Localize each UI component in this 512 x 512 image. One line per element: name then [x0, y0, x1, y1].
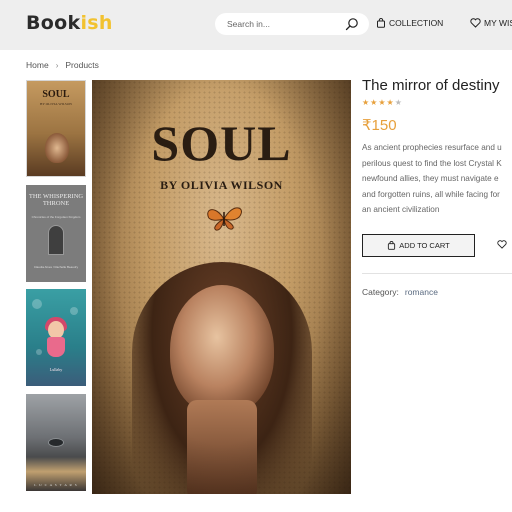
- logo-text-book: Book: [26, 12, 81, 34]
- thumbnail-2-title: THE WHISPERING THRONE: [28, 193, 84, 207]
- description-line: perilous quest to find the lost Crystal …: [362, 158, 502, 168]
- category-label: Category:: [362, 287, 399, 297]
- thumbnail-3-dress-image: [47, 337, 65, 357]
- star-icon: ★: [378, 98, 386, 107]
- thumbnail-1-face-image: [45, 133, 69, 163]
- breadcrumb-home[interactable]: Home: [26, 60, 49, 70]
- shopping-bag-icon: [388, 241, 396, 250]
- product-description: As ancient prophecies resurface and u pe…: [362, 140, 512, 218]
- heart-icon: [470, 18, 481, 28]
- heart-icon[interactable]: [497, 240, 507, 249]
- thumbnail-3[interactable]: Lullaby: [26, 289, 86, 386]
- shopping-bag-icon: [377, 18, 385, 28]
- nav-collection[interactable]: COLLECTION: [376, 18, 443, 28]
- breadcrumb: Home › Products: [26, 60, 99, 70]
- chevron-right-icon: ›: [55, 60, 59, 70]
- star-icon: ★: [386, 98, 394, 107]
- thumbnail-2-subtitle: Chronicles of the Forgotten Kingdom: [31, 215, 81, 219]
- main-product-image[interactable]: SOUL BY OLIVIA WILSON: [92, 80, 351, 494]
- product-price: ₹150: [362, 117, 397, 134]
- cover-title: SOUL: [151, 115, 292, 171]
- star-icon: ★: [370, 98, 378, 107]
- thumbnail-4[interactable]: L U C A S T A R S: [26, 394, 86, 491]
- product-category: Category: romance: [362, 287, 438, 297]
- description-line: As ancient prophecies resurface and u: [362, 143, 502, 152]
- nav-collection-label: COLLECTION: [389, 18, 444, 28]
- bubble-decoration: [32, 299, 42, 309]
- breadcrumb-products[interactable]: Products: [65, 60, 99, 70]
- cover-author: BY OLIVIA WILSON: [160, 178, 283, 192]
- star-icon: ★: [362, 98, 370, 107]
- thumbnail-3-title: Lullaby: [49, 367, 63, 372]
- thumbnail-2-author: Claudia Alves / Rachelle Beaudry: [33, 265, 79, 269]
- thumbnail-1-subtitle: BY OLIVIA WILSON: [40, 102, 72, 106]
- product-title: The mirror of destiny: [362, 77, 500, 94]
- nav-wishlist-label: MY WIS: [484, 18, 512, 28]
- thumbnail-4-eye-image: [48, 438, 64, 447]
- divider: [362, 273, 512, 274]
- search-bar: [215, 13, 369, 35]
- search-icon[interactable]: [345, 17, 359, 31]
- site-header: Bookish COLLECTION MY WIS: [0, 0, 512, 50]
- thumbnail-1[interactable]: SOUL BY OLIVIA WILSON: [26, 80, 86, 177]
- star-icon: ★: [394, 98, 402, 107]
- logo-text-ish: ish: [80, 12, 113, 34]
- thumbnail-1-title: SOUL: [42, 89, 70, 100]
- rating-stars: ★ ★ ★ ★ ★: [362, 99, 403, 107]
- category-link[interactable]: romance: [405, 287, 438, 297]
- thumbnail-2-door-image: [48, 225, 64, 255]
- add-to-cart-label: ADD TO CART: [399, 241, 450, 250]
- nav-wishlist[interactable]: MY WIS: [470, 18, 512, 28]
- search-input[interactable]: [227, 13, 339, 35]
- description-line: newfound allies, they must navigate e: [362, 174, 499, 183]
- description-line: and forgotten ruins, all while facing fo…: [362, 189, 500, 199]
- bubble-decoration: [36, 349, 42, 355]
- thumbnail-4-title: L U C A S T A R S: [34, 483, 78, 487]
- description-line: an ancient civilization: [362, 205, 440, 214]
- thumbnail-2[interactable]: THE WHISPERING THRONE Chronicles of the …: [26, 185, 86, 282]
- bubble-decoration: [70, 307, 78, 315]
- site-logo[interactable]: Bookish: [26, 12, 113, 34]
- butterfly-icon: [207, 207, 242, 231]
- add-to-cart-button[interactable]: ADD TO CART: [362, 234, 475, 257]
